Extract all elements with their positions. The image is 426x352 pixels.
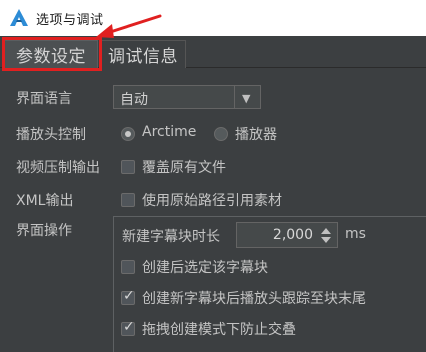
radio-arctime[interactable]: [121, 127, 135, 141]
video-compress-label: 视频压制输出: [16, 160, 100, 176]
ui-ops-label: 界面操作: [16, 223, 72, 239]
xml-output-label: XML输出: [16, 193, 74, 209]
overwrite-checkbox[interactable]: [121, 160, 135, 174]
language-label: 界面语言: [16, 91, 72, 107]
stepper-arrows[interactable]: [317, 224, 337, 246]
radio-player-label[interactable]: 播放器: [235, 124, 277, 144]
playhead-follow-checkbox[interactable]: [121, 288, 135, 305]
subtitle-duration-label: 新建字幕块时长: [122, 229, 220, 245]
chevron-down-icon[interactable]: ▼: [242, 92, 250, 105]
radio-player[interactable]: [214, 127, 228, 141]
stepper-up-icon[interactable]: [321, 228, 331, 234]
language-value: 自动: [120, 92, 148, 108]
select-after-create-label[interactable]: 创建后选定该字幕块: [142, 257, 268, 277]
select-after-create-checkbox[interactable]: [121, 260, 135, 274]
subtitle-duration-unit: ms: [345, 226, 366, 242]
radio-arctime-label[interactable]: Arctime: [142, 124, 196, 140]
playhead-label: 播放头控制: [16, 127, 86, 143]
prevent-overlap-label[interactable]: 拖拽创建模式下防止交叠: [142, 319, 296, 339]
stepper-down-icon[interactable]: [321, 237, 331, 243]
dropdown-separator: [234, 86, 235, 108]
original-path-checkbox[interactable]: [121, 193, 135, 207]
arctime-logo-icon: [10, 9, 28, 26]
red-arrow-icon: [96, 14, 162, 38]
original-path-checkbox-label[interactable]: 使用原始路径引用素材: [142, 190, 282, 210]
tab-debug[interactable]: 调试信息: [100, 40, 186, 68]
prevent-overlap-checkbox[interactable]: [121, 319, 135, 336]
window-titlebar: 选项与调试: [0, 0, 426, 36]
subtitle-duration-stepper[interactable]: 2,000: [236, 222, 338, 248]
playhead-follow-label[interactable]: 创建新字幕块后播放头跟踪至块末尾: [142, 288, 366, 308]
overwrite-checkbox-label[interactable]: 覆盖原有文件: [142, 157, 226, 177]
language-dropdown[interactable]: 自动 ▼: [113, 85, 261, 109]
subtitle-duration-value[interactable]: 2,000: [273, 227, 313, 243]
